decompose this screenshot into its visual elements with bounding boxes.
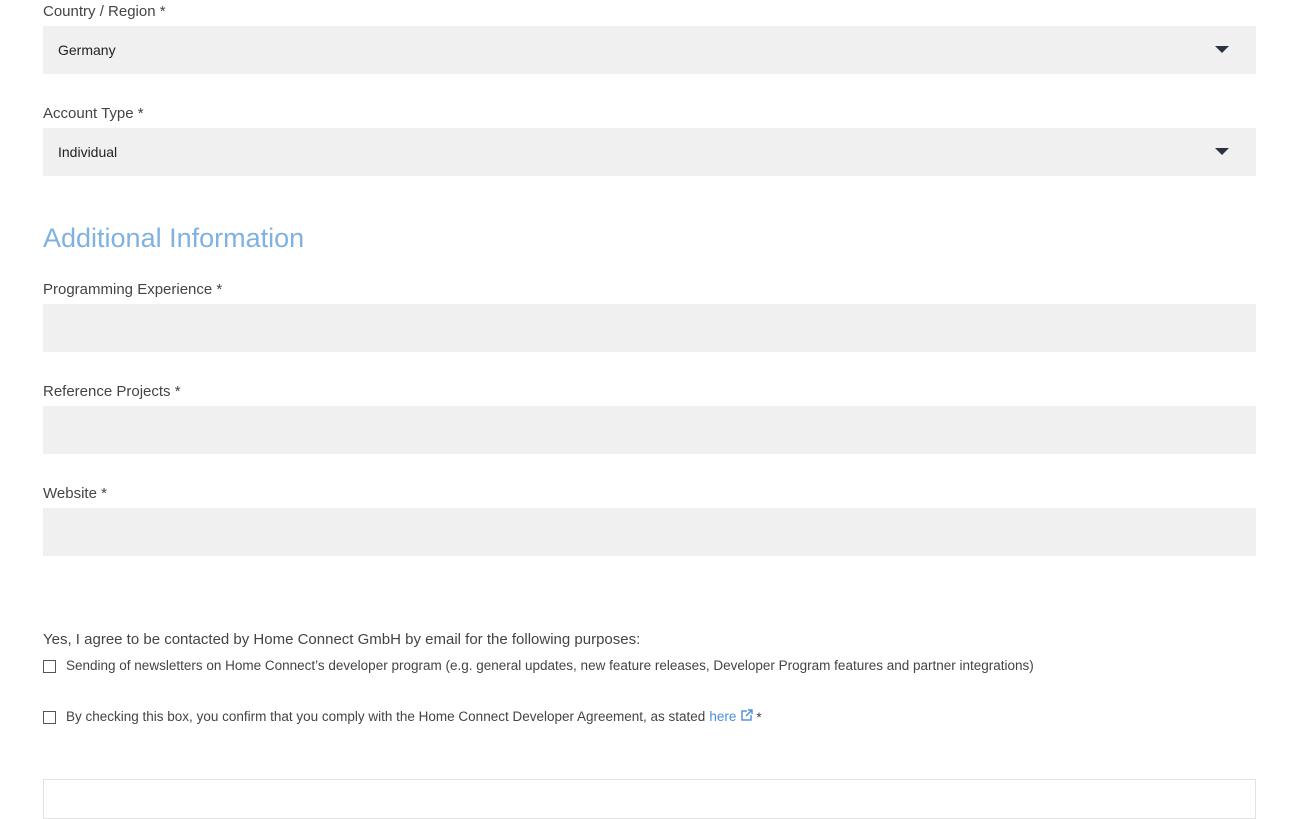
- chevron-down-icon: [1215, 148, 1229, 155]
- agreement-consent-text: By checking this box, you confirm that y…: [66, 709, 706, 724]
- programming-experience-label: Programming Experience *: [43, 281, 223, 298]
- external-link-icon[interactable]: [741, 708, 754, 726]
- agreement-consent-row: By checking this box, you confirm that y…: [43, 708, 762, 726]
- website-field[interactable]: [43, 508, 1256, 556]
- newsletter-checkbox[interactable]: [43, 659, 56, 673]
- account-type-selected-value: Individual: [58, 144, 118, 160]
- account-type-label: Account Type *: [43, 105, 144, 122]
- captcha-container: [43, 779, 1256, 819]
- website-label: Website *: [43, 485, 107, 502]
- reference-projects-label: Reference Projects *: [43, 383, 181, 400]
- country-select[interactable]: Germany: [43, 26, 1256, 74]
- country-label: Country / Region *: [43, 3, 166, 20]
- country-selected-value: Germany: [58, 42, 116, 58]
- agreement-checkbox[interactable]: [43, 710, 56, 724]
- programming-experience-field[interactable]: [43, 304, 1256, 352]
- account-type-select[interactable]: Individual: [43, 128, 1256, 176]
- newsletter-consent-text: Sending of newsletters on Home Connect’s…: [66, 658, 1034, 673]
- required-marker: *: [756, 709, 762, 725]
- developer-agreement-link[interactable]: here: [709, 708, 736, 726]
- chevron-down-icon: [1215, 46, 1229, 53]
- reference-projects-field[interactable]: [43, 406, 1256, 454]
- newsletter-consent-row: Sending of newsletters on Home Connect’s…: [43, 657, 1034, 675]
- consent-intro: Yes, I agree to be contacted by Home Con…: [43, 631, 641, 648]
- section-title-additional-information: Additional Information: [43, 223, 305, 253]
